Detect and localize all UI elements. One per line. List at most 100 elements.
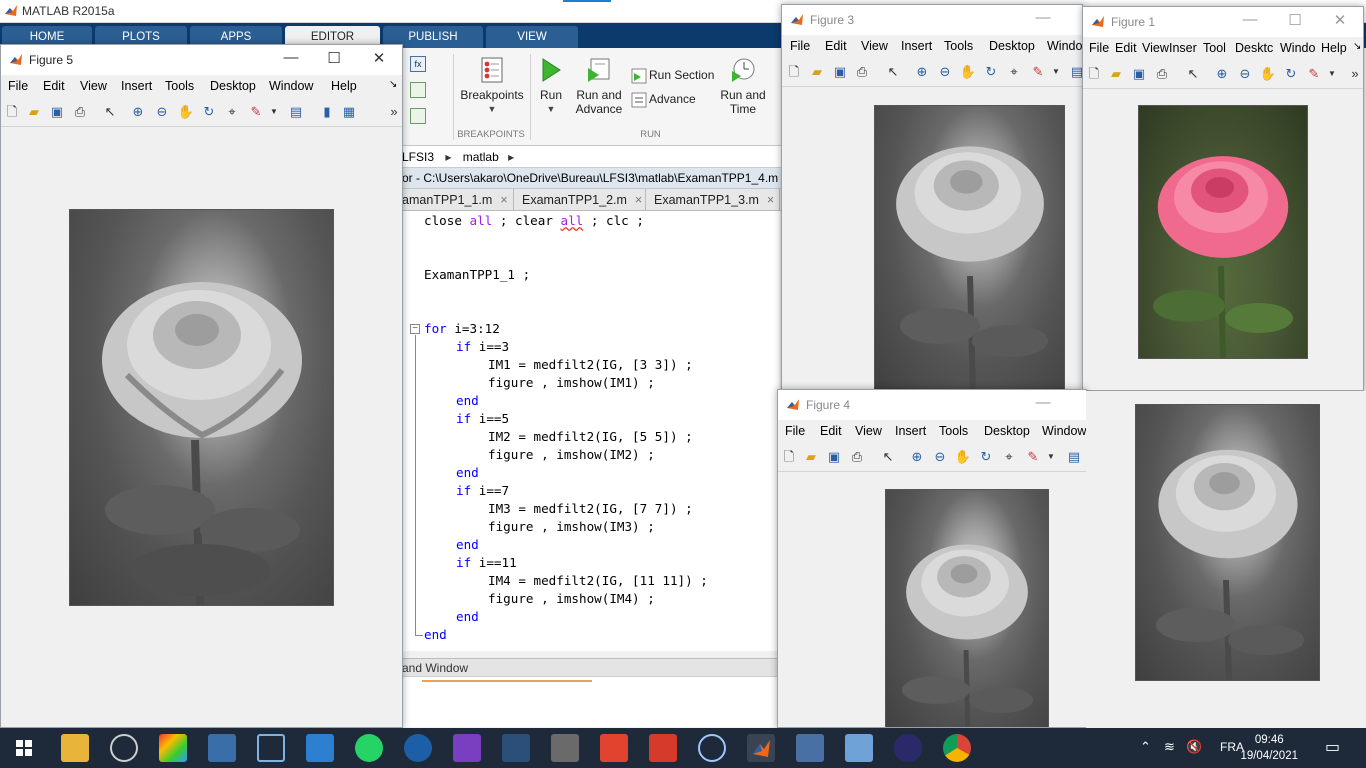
advance-button[interactable]: Advance	[631, 92, 715, 108]
menu-window[interactable]: Window	[269, 79, 313, 93]
zoom-in-icon[interactable]: ⊕	[913, 63, 931, 81]
toolbar-overflow-icon[interactable]: »	[1346, 65, 1363, 83]
pan-icon[interactable]: ✋	[1259, 65, 1277, 83]
menu-insert[interactable]: Insert	[895, 424, 926, 438]
g-app-icon[interactable]	[551, 734, 579, 762]
maximize-icon[interactable]: ☐	[324, 49, 344, 67]
pointer-icon[interactable]: ↖	[1184, 65, 1202, 83]
colorbar-icon[interactable]: ▮	[318, 103, 336, 121]
menu-tools[interactable]: Tool	[1203, 41, 1226, 55]
menu-view[interactable]: View	[1142, 41, 1169, 55]
menu-insert[interactable]: Insert	[901, 39, 932, 53]
zoom-out-icon[interactable]: ⊖	[931, 448, 949, 466]
matlab-taskbar-icon[interactable]	[747, 734, 775, 762]
zoom-in-icon[interactable]: ⊕	[129, 103, 147, 121]
fold-toggle-icon[interactable]: −	[410, 324, 420, 334]
menu-desktop[interactable]: Desktop	[984, 424, 1030, 438]
pan-icon[interactable]: ✋	[177, 103, 195, 121]
minimize-icon[interactable]: —	[1033, 9, 1053, 26]
code-editor[interactable]: close all ; clear all ; clc ; ExamanTPP1…	[402, 211, 780, 651]
menu-view[interactable]: View	[80, 79, 107, 93]
run-button[interactable]: Run ▼	[533, 56, 569, 116]
browser-icon[interactable]	[404, 734, 432, 762]
menu-edit[interactable]: Edit	[825, 39, 847, 53]
indent-icon[interactable]	[410, 82, 426, 98]
tab-view[interactable]: VIEW	[486, 26, 578, 48]
minimize-icon[interactable]: —	[1240, 11, 1260, 28]
maximize-icon[interactable]: ☐	[1285, 11, 1305, 29]
file-explorer-icon[interactable]	[61, 734, 89, 762]
chevron-up-icon[interactable]: ⌃	[1140, 739, 1151, 755]
chevron-down-icon[interactable]: ▼	[1042, 448, 1060, 466]
save-icon[interactable]: ▣	[1130, 65, 1148, 83]
menu-overflow-icon[interactable]: ↘	[1353, 41, 1361, 52]
menu-window[interactable]: Windo	[1047, 39, 1082, 53]
open-file-icon[interactable]: ▰	[802, 448, 820, 466]
zoom-in-icon[interactable]: ⊕	[908, 448, 926, 466]
menu-desktop[interactable]: Desktop	[210, 79, 256, 93]
data-cursor-icon[interactable]: ⌖	[1005, 63, 1023, 81]
open-file-icon[interactable]: ▰	[808, 63, 826, 81]
pointer-icon[interactable]: ↖	[884, 63, 902, 81]
pan-icon[interactable]: ✋	[954, 448, 972, 466]
zoom-out-icon[interactable]: ⊖	[153, 103, 171, 121]
new-file-icon[interactable]: 🗋	[3, 103, 21, 121]
pan-icon[interactable]: ✋	[959, 63, 977, 81]
print-icon[interactable]: ⎙	[853, 63, 871, 81]
editor-tab-1[interactable]: amanTPP1_1.m ×	[402, 189, 514, 211]
menu-file[interactable]: File	[785, 424, 805, 438]
clock[interactable]: 09:46 19/04/2021	[1240, 732, 1298, 764]
save-icon[interactable]: ▣	[831, 63, 849, 81]
chevron-down-icon[interactable]: ▼	[1047, 63, 1065, 81]
menu-file[interactable]: File	[1089, 41, 1109, 55]
menu-view[interactable]: View	[855, 424, 882, 438]
zoom-out-icon[interactable]: ⊖	[936, 63, 954, 81]
menu-tools[interactable]: Tools	[944, 39, 973, 53]
print-icon[interactable]: ⎙	[1153, 65, 1171, 83]
link-plot-icon[interactable]: ▤	[287, 103, 305, 121]
sql-icon[interactable]	[796, 734, 824, 762]
app-icon[interactable]	[306, 734, 334, 762]
whatsapp-icon[interactable]	[355, 734, 383, 762]
comment-icon[interactable]	[410, 108, 426, 124]
menu-help[interactable]: Help	[331, 79, 357, 93]
git-icon[interactable]	[600, 734, 628, 762]
legend-icon[interactable]: ▦	[340, 103, 358, 121]
menu-window[interactable]: Windo	[1280, 41, 1315, 55]
menu-insert[interactable]: Inser	[1169, 41, 1197, 55]
close-tab-icon[interactable]: ×	[500, 193, 507, 207]
save-icon[interactable]: ▣	[825, 448, 843, 466]
brush-icon[interactable]: ✎	[247, 103, 265, 121]
menu-insert[interactable]: Insert	[121, 79, 152, 93]
menu-desktop[interactable]: Desktc	[1235, 41, 1273, 55]
menu-window[interactable]: Window	[1042, 424, 1086, 438]
menu-file[interactable]: File	[790, 39, 810, 53]
wifi-icon[interactable]: ≋	[1164, 739, 1175, 755]
minimize-icon[interactable]: —	[1033, 394, 1053, 411]
notifications-icon[interactable]: ▭	[1325, 737, 1340, 757]
editor-tab-3[interactable]: ExamanTPP1_3.m ×	[646, 189, 780, 211]
data-cursor-icon[interactable]: ⌖	[223, 103, 241, 121]
new-file-icon[interactable]: 🗋	[785, 63, 803, 81]
print-icon[interactable]: ⎙	[848, 448, 866, 466]
breakpoints-button[interactable]: Breakpoints ▼	[460, 56, 524, 116]
eclipse-icon[interactable]	[894, 734, 922, 762]
close-tab-icon[interactable]: ×	[767, 193, 774, 207]
volume-muted-icon[interactable]: 🔇	[1186, 739, 1202, 755]
menu-edit[interactable]: Edit	[1115, 41, 1137, 55]
rotate-icon[interactable]: ↻	[1282, 65, 1300, 83]
run-section-button[interactable]: Run Section	[631, 68, 715, 84]
link-plot-icon[interactable]: ▤	[1068, 63, 1082, 81]
paint-icon[interactable]	[159, 734, 187, 762]
menu-overflow-icon[interactable]: ↘	[389, 79, 397, 90]
zoom-out-icon[interactable]: ⊖	[1236, 65, 1254, 83]
chrome-icon[interactable]	[943, 734, 971, 762]
menu-desktop[interactable]: Desktop	[989, 39, 1035, 53]
close-icon[interactable]: ✕	[1330, 11, 1350, 29]
editor-tab-2[interactable]: ExamanTPP1_2.m ×	[514, 189, 646, 211]
rotate-icon[interactable]: ↻	[200, 103, 218, 121]
save-icon[interactable]: ▣	[48, 103, 66, 121]
data-cursor-icon[interactable]: ⌖	[1000, 448, 1018, 466]
chevron-down-icon[interactable]: ▼	[265, 103, 283, 121]
cube-app-icon[interactable]	[257, 734, 285, 762]
